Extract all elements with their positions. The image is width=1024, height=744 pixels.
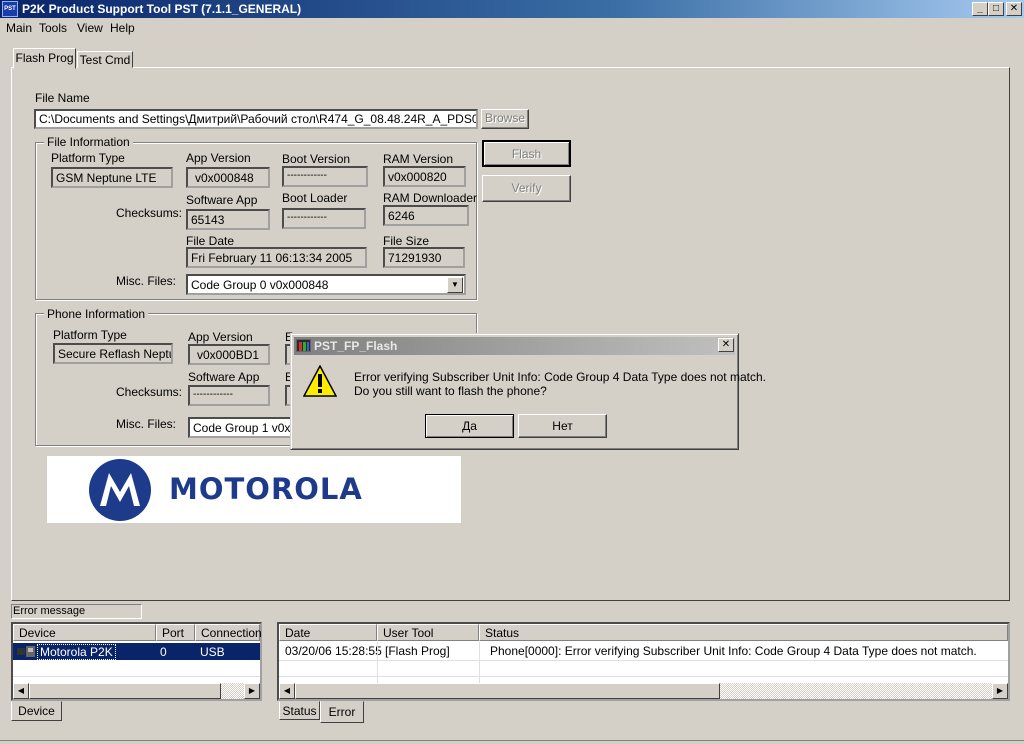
motorola-logo: MOTOROLA [47,456,461,523]
tab-device[interactable]: Device [11,701,62,721]
dialog-app-icon [296,339,311,352]
scroll-thumb[interactable] [29,683,221,699]
file-name-field[interactable]: C:\Documents and Settings\Дмитрий\Рабочи… [34,109,478,129]
fi-ram-version-field: v0x000820 [383,166,466,187]
pi-platform-type-label: Platform Type [53,328,127,342]
status-list-hscroll[interactable]: ◀ ▶ [279,683,1008,699]
status-log-list: Date User Tool Status 03/20/06 15:28:55 … [277,622,1010,701]
fi-misc-files-select[interactable]: Code Group 0 v0x000848 ▼ [186,274,466,295]
fi-ram-downloader-field: 6246 [383,205,469,226]
file-information-title: File Information [44,135,133,149]
confirm-dialog: PST_FP_Flash ✕ Error verifying Subscribe… [290,333,766,450]
fi-app-version-field: v0x000848 [186,167,270,188]
device-list-hscroll[interactable]: ◀ ▶ [13,683,260,699]
fi-software-app-label: Software App [186,193,258,207]
fi-boot-version-label: Boot Version [282,152,351,166]
log-status-cell: Phone[0000]: Error verifying Subscriber … [490,644,977,658]
dialog-title: PST_FP_Flash [314,339,398,353]
app-icon: PST [2,1,18,17]
status-col-header[interactable]: Status [479,624,1008,641]
verify-button[interactable]: Verify [482,175,571,202]
fi-software-app-field: 65143 [186,209,270,230]
pi-checksums-label: Checksums: [116,385,183,399]
menu-view[interactable]: View [77,21,103,35]
dialog-message-line1: Error verifying Subscriber Unit Info: Co… [354,370,766,384]
maximize-button[interactable]: □ [988,2,1004,16]
log-user-tool-cell: [Flash Prog] [385,644,450,658]
table-row[interactable]: Motorola P2K 0 USB [13,643,260,660]
tab-flash-prog[interactable]: Flash Prog [13,48,76,69]
scroll-right-icon[interactable]: ▶ [992,683,1008,699]
table-row[interactable]: 03/20/06 15:28:55 [Flash Prog] Phone[000… [279,642,1008,659]
yes-button[interactable]: Да [425,414,514,438]
menu-main[interactable]: Main [6,21,32,35]
fi-app-version-label: App Version [186,151,251,165]
fi-platform-type-field: GSM Neptune LTE [51,167,173,188]
no-button[interactable]: Нет [518,414,607,438]
tab-status[interactable]: Status [279,701,320,720]
tab-error[interactable]: Error [320,701,364,723]
menu-bar: Main Tools View Help [0,19,1024,37]
pi-platform-type-field: Secure Reflash Neptun [53,343,173,364]
fi-file-size-field: 71291930 [383,247,465,268]
user-tool-col-header[interactable]: User Tool [377,624,479,641]
dialog-message-line2: Do you still want to flash the phone? [354,384,547,398]
warning-icon [303,365,337,397]
fi-file-size-label: File Size [383,234,430,248]
flash-button[interactable]: Flash [482,140,571,167]
menu-tools[interactable]: Tools [39,21,67,35]
dialog-title-bar[interactable]: PST_FP_Flash ✕ [294,337,735,355]
fi-file-date-label: File Date [186,234,235,248]
chevron-down-icon[interactable]: ▼ [447,277,463,293]
pi-app-version-field: v0x000BD1 [188,344,270,365]
fi-ram-downloader-label: RAM Downloader [383,191,478,205]
device-col-header[interactable]: Device [13,624,156,641]
pi-misc-files-label: Misc. Files: [116,417,176,431]
log-date-cell: 03/20/06 15:28:55 [285,644,382,658]
fi-boot-loader-field: ------------ [282,208,366,229]
error-message-label: Error message [11,604,142,619]
device-list: Device Port Connection Motorola P2K 0 US… [11,622,262,701]
date-col-header[interactable]: Date [279,624,377,641]
fi-boot-version-field: ------------ [282,166,368,187]
minimize-button[interactable]: _ [972,2,988,16]
fi-file-date-field: Fri February 11 06:13:34 2005 [186,247,367,268]
window-title: P2K Product Support Tool PST (7.1.1_GENE… [22,2,302,16]
pi-software-app-label: Software App [188,370,260,384]
fi-platform-type-label: Platform Type [51,151,125,165]
scroll-left-icon[interactable]: ◀ [13,683,29,699]
pi-app-version-label: App Version [188,330,253,344]
fi-boot-loader-label: Boot Loader [282,191,348,205]
phone-device-icon [17,646,35,657]
port-col-header[interactable]: Port [156,624,195,641]
pi-software-app-field: ------------ [188,385,270,406]
fi-checksums-label: Checksums: [116,206,183,220]
close-button[interactable]: ✕ [1006,2,1022,16]
file-name-label: File Name [35,91,90,105]
tab-test-cmd[interactable]: Test Cmd [77,51,133,68]
motorola-wordmark: MOTOROLA [169,472,363,506]
phone-information-title: Phone Information [44,307,149,321]
fi-ram-version-label: RAM Version [383,152,454,166]
fi-misc-files-value: Code Group 0 v0x000848 [191,278,329,292]
connection-col-header[interactable]: Connection [195,624,262,641]
scroll-thumb[interactable] [295,683,720,699]
device-name-cell: Motorola P2K [37,644,116,660]
fi-misc-files-label: Misc. Files: [116,274,176,288]
pi-misc-files-select[interactable]: Code Group 1 v0x00 [188,417,298,438]
device-connection-cell: USB [200,645,225,659]
dialog-close-button[interactable]: ✕ [718,338,734,352]
scroll-left-icon[interactable]: ◀ [279,683,295,699]
scroll-right-icon[interactable]: ▶ [244,683,260,699]
browse-button[interactable]: Browse [481,109,529,129]
device-port-cell: 0 [160,645,167,659]
menu-help[interactable]: Help [110,21,135,35]
title-bar[interactable]: PST P2K Product Support Tool PST (7.1.1_… [0,0,1024,18]
